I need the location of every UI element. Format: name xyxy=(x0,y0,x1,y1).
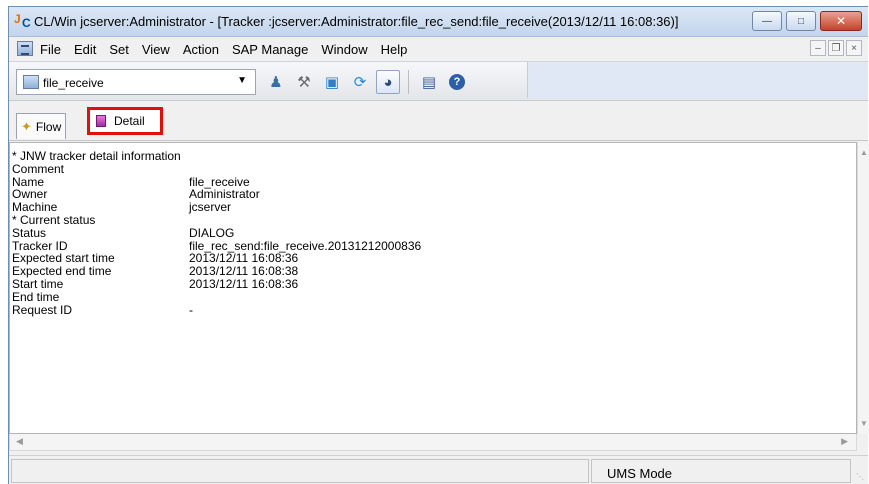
scroll-down-icon[interactable]: ▼ xyxy=(860,419,868,428)
menu-sap-manage[interactable]: SAP Manage xyxy=(232,42,308,57)
detail-row: Request ID - xyxy=(12,302,421,317)
menu-set[interactable]: Set xyxy=(109,42,129,57)
detail-rows: * JNW tracker detail information Comment N… xyxy=(12,150,421,316)
help-icon[interactable]: ? xyxy=(445,70,469,94)
detail-row-key: * Current status xyxy=(12,212,96,227)
object-select-value: file_receive xyxy=(43,76,104,90)
clwin-app-icon[interactable]: JC xyxy=(14,13,32,31)
status-segment-main xyxy=(11,459,589,483)
object-icon xyxy=(23,75,39,89)
detail-panel[interactable]: * JNW tracker detail information Comment N… xyxy=(9,142,857,434)
maximize-icon: □ xyxy=(797,15,805,27)
flow-icon: ✦ xyxy=(21,118,32,134)
user-icon[interactable]: ♟ xyxy=(264,70,288,94)
mdi-close-button[interactable]: × xyxy=(846,40,862,56)
minimize-button[interactable]: — xyxy=(752,11,782,31)
detail-row-key: Start time xyxy=(12,276,64,291)
menu-file[interactable]: File xyxy=(40,42,61,57)
detail-row-key: End time xyxy=(12,289,60,304)
menu-action[interactable]: Action xyxy=(183,42,219,57)
object-select-combo[interactable]: file_receive ▼ xyxy=(16,69,256,95)
maximize-button[interactable]: □ xyxy=(786,11,816,31)
tab-bar: ✦ Flow Detail xyxy=(9,103,868,141)
status-mode: UMS Mode xyxy=(607,466,673,481)
toolbar-separator xyxy=(408,70,409,94)
chevron-down-icon[interactable]: ▼ xyxy=(237,75,247,86)
tab-flow-label: Flow xyxy=(35,119,62,134)
toolbar-buttons: ♟ ⚒ ▣ ⟳ ◕ ▤ ? xyxy=(264,70,473,94)
tab-detail[interactable]: Detail xyxy=(87,107,163,135)
detail-row-key: Comment xyxy=(12,161,65,176)
detail-row: * Current status xyxy=(12,214,421,227)
menu-edit[interactable]: Edit xyxy=(74,42,96,57)
menu-items: File Edit Set View Action SAP Manage Win… xyxy=(40,42,420,57)
mdi-minimize-button[interactable]: – xyxy=(810,40,826,56)
tools-icon[interactable]: ⚒ xyxy=(292,70,316,94)
resize-grip-icon[interactable]: ⋱ xyxy=(856,472,864,481)
detail-row-value: - xyxy=(189,302,193,317)
menu-bar: File Edit Set View Action SAP Manage Win… xyxy=(9,38,868,60)
scroll-up-icon[interactable]: ▲ xyxy=(860,148,868,157)
window-controls: — □ ✕ xyxy=(748,11,862,31)
detail-row-value: 2013/12/11 16:08:36 xyxy=(189,276,299,291)
tab-flow[interactable]: ✦ Flow xyxy=(16,113,67,139)
minimize-icon: — xyxy=(762,15,772,27)
network-icon[interactable]: ▣ xyxy=(320,70,344,94)
scroll-right-icon[interactable]: ▶ xyxy=(841,436,848,447)
title-bar[interactable]: JC CL/Win jcserver:Administrator - [Trac… xyxy=(9,7,868,37)
detail-row: Comment xyxy=(12,161,421,176)
detail-row-key: Status xyxy=(12,225,47,240)
detail-row-key: * JNW tracker detail information xyxy=(12,149,181,163)
mdi-controls: – ❐ × xyxy=(808,40,862,56)
application-window: JC CL/Win jcserver:Administrator - [Trac… xyxy=(8,6,869,484)
detail-row-value: jcserver xyxy=(189,200,232,215)
menu-help[interactable]: Help xyxy=(381,42,408,57)
close-button[interactable]: ✕ xyxy=(820,11,862,31)
vertical-scrollbar[interactable]: ▲ ▼ xyxy=(857,142,869,434)
window-title: CL/Win jcserver:Administrator - [Tracker… xyxy=(34,14,679,29)
horizontal-scrollbar[interactable]: ◀ ▶ xyxy=(9,434,857,451)
status-bar: UMS Mode ⋱ xyxy=(9,455,868,484)
menu-window[interactable]: Window xyxy=(321,42,367,57)
detail-book-icon xyxy=(96,115,106,127)
detail-row: Status DIALOG xyxy=(12,225,421,240)
find-icon[interactable]: ◕ xyxy=(376,70,400,94)
tab-detail-label: Detail xyxy=(114,114,145,128)
detail-row: End time xyxy=(12,289,421,304)
refresh-icon[interactable]: ⟳ xyxy=(348,70,372,94)
close-icon: ✕ xyxy=(835,14,847,28)
detail-view-icon[interactable]: ▤ xyxy=(417,70,441,94)
toolbar-empty-area xyxy=(527,62,868,98)
detail-row-value: DIALOG xyxy=(189,225,235,240)
detail-row: * JNW tracker detail information xyxy=(12,150,421,163)
document-menu-icon[interactable] xyxy=(17,41,33,56)
mdi-restore-button[interactable]: ❐ xyxy=(828,40,844,56)
detail-row: Start time 2013/12/11 16:08:36 xyxy=(12,278,421,291)
detail-row-key: Request ID xyxy=(12,302,73,317)
scroll-left-icon[interactable]: ◀ xyxy=(16,436,23,447)
menu-view[interactable]: View xyxy=(142,42,170,57)
toolbar: file_receive ▼ ♟ ⚒ ▣ ⟳ ◕ ▤ ? xyxy=(9,61,868,101)
